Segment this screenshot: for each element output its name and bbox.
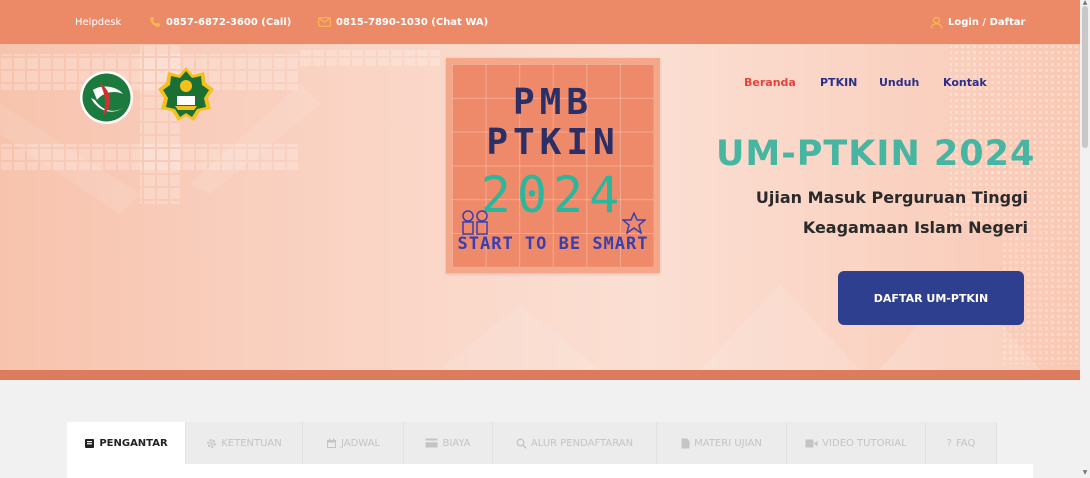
- whatsapp-link[interactable]: 0815-7890-1030 (Chat WA): [318, 0, 488, 44]
- tab-pengantar[interactable]: PENGANTAR: [67, 422, 186, 464]
- kemenag-logo: [158, 67, 214, 121]
- search-icon: [516, 438, 527, 449]
- phone-link[interactable]: 0857-6872-3600 (Call): [149, 0, 291, 44]
- calendar-icon: [326, 438, 337, 449]
- tab-biaya[interactable]: BIAYA: [404, 422, 493, 464]
- poster-line-1: PMB: [512, 82, 594, 123]
- page-scrollbar[interactable]: ▲ ▼: [1080, 0, 1090, 478]
- tab-label: KETENTUAN: [221, 437, 282, 449]
- helpdesk-label: Helpdesk: [75, 16, 122, 28]
- tab-label: ALUR PENDAFTARAN: [530, 437, 634, 449]
- tab-video-tutorial[interactable]: VIDEO TUTORIAL: [787, 422, 926, 464]
- nav-beranda[interactable]: Beranda: [744, 76, 796, 89]
- pmb-poster: PMB PTKIN 2024 START TO BE SMART: [446, 58, 660, 273]
- gear-icon: [206, 438, 217, 449]
- scroll-thumb[interactable]: [1082, 6, 1088, 148]
- tab-label: PENGANTAR: [99, 437, 168, 449]
- tab-label: FAQ: [955, 437, 976, 449]
- nav-kontak[interactable]: Kontak: [943, 76, 987, 89]
- hero-subtitle-line-2: Keagamaan Islam Negeri: [802, 218, 1028, 237]
- phone-number: 0857-6872-3600 (Call): [166, 16, 292, 28]
- tab-ketentuan[interactable]: KETENTUAN: [186, 422, 303, 464]
- tab-label: VIDEO TUTORIAL: [822, 437, 907, 449]
- user-icon: [930, 16, 943, 29]
- poster-tagline: START TO BE SMART: [457, 234, 649, 254]
- book-icon: [84, 438, 95, 449]
- poster-line-2: PTKIN: [486, 122, 620, 163]
- whatsapp-number: 0815-7890-1030 (Chat WA): [336, 16, 489, 28]
- tab-label: MATERI UJIAN: [694, 437, 762, 449]
- top-bar: Helpdesk 0857-6872-3600 (Call) 0815-7890…: [0, 0, 1080, 44]
- scroll-down-icon[interactable]: ▼: [1081, 470, 1089, 476]
- phone-icon: [149, 16, 161, 28]
- file-icon: [681, 438, 690, 449]
- hero-subtitle-line-1: Ujian Masuk Perguruan Tinggi: [755, 188, 1028, 207]
- hero-bottom-band: [0, 370, 1080, 380]
- star-icon: [622, 212, 646, 234]
- nav-ptkin[interactable]: PTKIN: [820, 76, 857, 89]
- login-label: Login / Daftar: [948, 16, 1026, 28]
- tab-jadwal[interactable]: JADWAL: [303, 422, 404, 464]
- tab-alur-pendaftaran[interactable]: ALUR PENDAFTARAN: [493, 422, 657, 464]
- tab-label: BIAYA: [442, 437, 471, 449]
- daftar-button[interactable]: DAFTAR UM-PTKIN: [838, 271, 1024, 325]
- info-tabs: PENGANTAR KETENTUAN JADWAL BIAYA ALUR PE…: [67, 422, 997, 464]
- card-icon: [425, 438, 438, 448]
- question-icon: ?: [946, 437, 952, 449]
- kids-icon: [462, 210, 488, 235]
- tab-faq[interactable]: ? FAQ: [926, 422, 997, 464]
- login-link[interactable]: Login / Daftar: [930, 0, 1025, 44]
- tab-label: JADWAL: [340, 437, 381, 449]
- tab-content-panel: [67, 464, 1033, 478]
- video-icon: [805, 439, 818, 448]
- mail-icon: [318, 17, 331, 27]
- ptkin-logo: [80, 71, 133, 124]
- tab-materi-ujian[interactable]: MATERI UJIAN: [657, 422, 787, 464]
- nav-unduh[interactable]: Unduh: [879, 76, 919, 89]
- hero-title: UM-PTKIN 2024: [716, 134, 1036, 174]
